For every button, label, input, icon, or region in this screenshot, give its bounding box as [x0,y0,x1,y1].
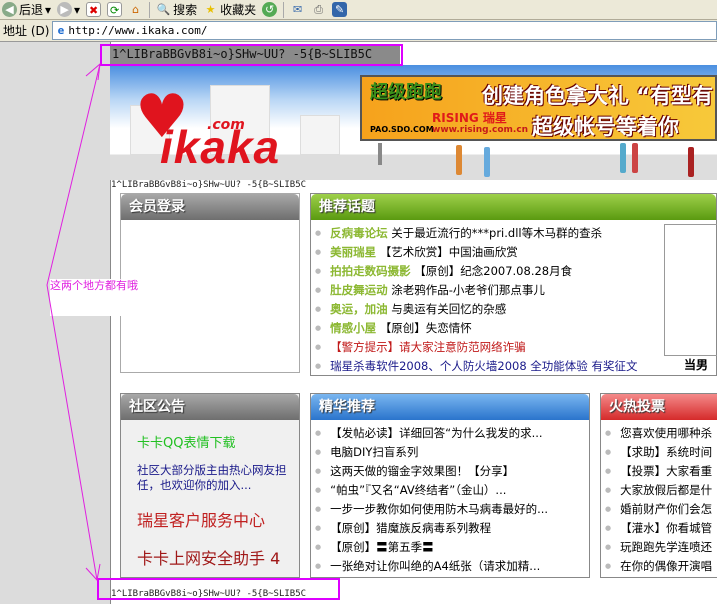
annotation-arrows [46,62,101,582]
